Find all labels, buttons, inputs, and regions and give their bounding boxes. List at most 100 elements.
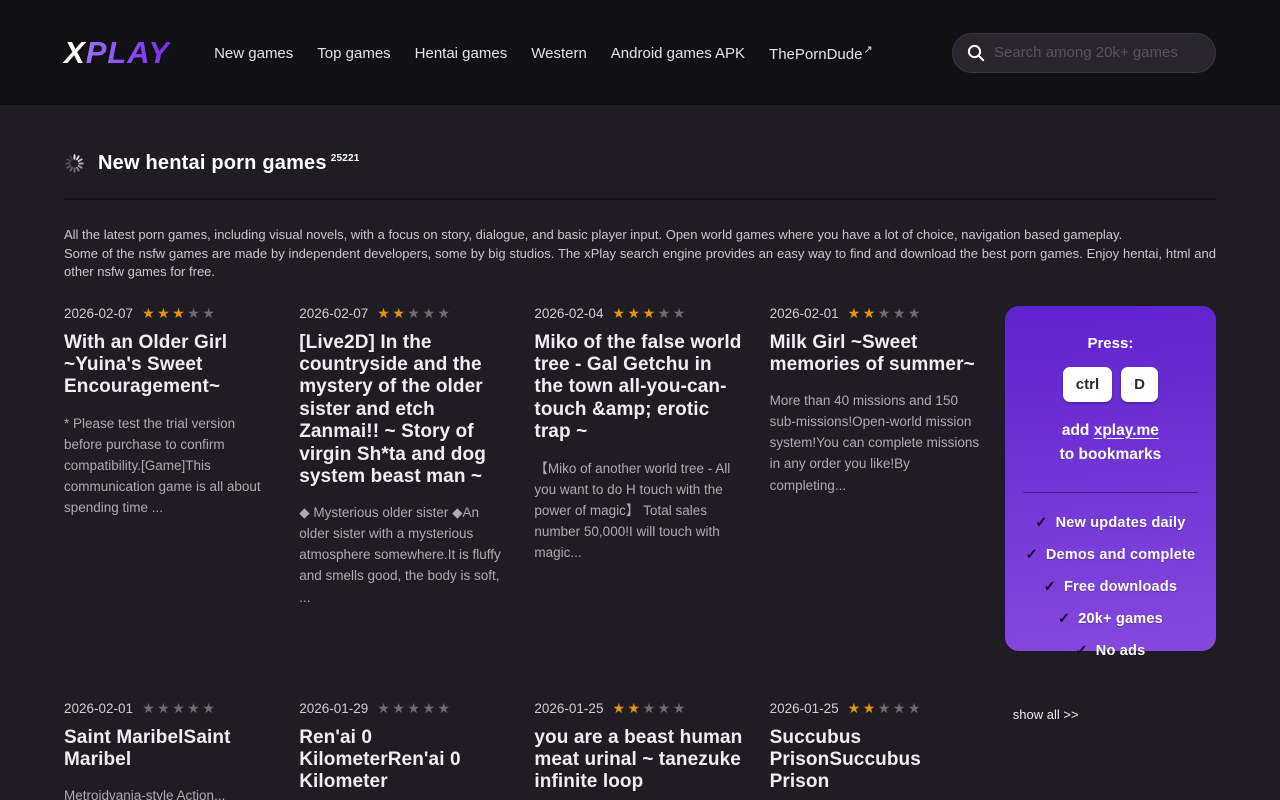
- nav-item-label: Hentai games: [415, 45, 508, 62]
- star-icon: ★: [438, 700, 453, 716]
- game-card-meta: 2026-02-01 ★★★★★: [770, 306, 981, 321]
- nav-item-label: New games: [214, 45, 293, 62]
- star-icon: ★: [612, 305, 627, 321]
- game-title-link[interactable]: Ren'ai 0 KilometerRen'ai 0 Kilometer: [299, 727, 510, 794]
- star-icon: ★: [157, 305, 172, 321]
- feature-label: Free downloads: [1064, 579, 1177, 595]
- feature-label: 20k+ games: [1078, 611, 1163, 627]
- nav-item[interactable]: Android games APK: [611, 43, 746, 62]
- game-card-meta: 2026-02-04 ★★★★★: [534, 306, 745, 321]
- game-card-meta: 2026-02-07 ★★★★★: [64, 306, 275, 321]
- nav-item[interactable]: Western: [531, 43, 588, 62]
- star-icon: ★: [187, 700, 202, 716]
- star-icon: ★: [673, 700, 688, 716]
- star-rating: ★★★★★: [848, 701, 923, 715]
- game-title-link[interactable]: Succubus PrisonSuccubus Prison: [770, 727, 981, 794]
- feature-label: Demos and complete: [1046, 547, 1195, 563]
- star-icon: ★: [422, 700, 437, 716]
- star-icon: ★: [202, 305, 217, 321]
- feature-item: ✓ New updates daily: [1019, 515, 1202, 531]
- feature-label: New updates daily: [1056, 515, 1186, 531]
- nav-item[interactable]: ThePornDude↗: [769, 43, 873, 63]
- star-icon: ★: [377, 305, 392, 321]
- nav-item[interactable]: Top games: [317, 43, 391, 62]
- star-icon: ★: [863, 305, 878, 321]
- nav-item[interactable]: New games: [214, 43, 294, 62]
- page-title-row: New hentai porn games25221: [64, 152, 1216, 175]
- logo-play: PLAY: [86, 35, 170, 70]
- main-content: New hentai porn games25221 All the lates…: [0, 105, 1280, 800]
- star-icon: ★: [908, 305, 923, 321]
- star-icon: ★: [142, 700, 157, 716]
- game-date: 2026-02-07: [64, 306, 133, 321]
- game-card-meta: 2026-01-25 ★★★★★: [534, 701, 745, 716]
- site-logo[interactable]: XPLAY: [64, 35, 170, 71]
- game-card[interactable]: 2026-02-07 ★★★★★ [Live2D] In the country…: [299, 306, 510, 651]
- star-icon: ★: [377, 700, 392, 716]
- show-all-link[interactable]: show all >>: [1005, 701, 1079, 722]
- star-icon: ★: [187, 305, 202, 321]
- star-icon: ★: [628, 700, 643, 716]
- game-description: ◆ Mysterious older sister ◆An older sist…: [299, 502, 510, 607]
- star-icon: ★: [612, 700, 627, 716]
- star-icon: ★: [422, 305, 437, 321]
- star-icon: ★: [878, 305, 893, 321]
- star-icon: ★: [643, 700, 658, 716]
- game-title-link[interactable]: [Live2D] In the countryside and the myst…: [299, 332, 510, 489]
- checkmark-icon: ✓: [1075, 643, 1087, 659]
- star-icon: ★: [142, 305, 157, 321]
- game-card[interactable]: 2026-02-01 ★★★★★ Saint MaribelSaint Mari…: [64, 701, 275, 800]
- nav-item-label: Android games APK: [611, 45, 745, 62]
- promo-add-text: add xplay.me to bookmarks: [1019, 419, 1202, 467]
- page-title-text: New hentai porn games: [98, 152, 327, 174]
- promo-keys: ctrl D: [1019, 367, 1202, 402]
- checkmark-icon: ✓: [1035, 515, 1047, 531]
- intro-line-2: Some of the nsfw games are made by indep…: [64, 245, 1216, 282]
- search-input[interactable]: [994, 44, 1201, 61]
- game-card-meta: 2026-02-07 ★★★★★: [299, 306, 510, 321]
- star-icon: ★: [848, 700, 863, 716]
- star-rating: ★★★★★: [612, 306, 687, 320]
- promo-add-prefix: add: [1062, 422, 1090, 439]
- game-card[interactable]: 2026-01-29 ★★★★★ Ren'ai 0 KilometerRen'a…: [299, 701, 510, 800]
- xplay-me-link[interactable]: xplay.me: [1094, 422, 1159, 439]
- game-date: 2026-02-01: [770, 306, 839, 321]
- star-rating: ★★★★★: [142, 701, 217, 715]
- star-rating: ★★★★★: [142, 306, 217, 320]
- game-title-link[interactable]: Saint MaribelSaint Maribel: [64, 727, 275, 772]
- star-icon: ★: [893, 700, 908, 716]
- game-card[interactable]: 2026-01-25 ★★★★★ you are a beast human m…: [534, 701, 745, 800]
- feature-item: ✓ 20k+ games: [1019, 611, 1202, 627]
- star-icon: ★: [878, 700, 893, 716]
- logo-x: X: [64, 35, 86, 70]
- search-box[interactable]: [952, 33, 1216, 73]
- main-nav: New games Top games Hentai games Western…: [214, 43, 952, 63]
- game-title-link[interactable]: you are a beast human meat urinal ~ tane…: [534, 727, 745, 794]
- game-card[interactable]: 2026-01-25 ★★★★★ Succubus PrisonSuccubus…: [770, 701, 981, 800]
- game-title-link[interactable]: Miko of the false world tree - Gal Getch…: [534, 332, 745, 444]
- spinner-icon: [64, 153, 85, 174]
- star-rating: ★★★★★: [848, 306, 923, 320]
- game-card-meta: 2026-01-29 ★★★★★: [299, 701, 510, 716]
- feature-label: No ads: [1096, 643, 1146, 659]
- checkmark-icon: ✓: [1058, 611, 1070, 627]
- star-icon: ★: [908, 700, 923, 716]
- feature-item: ✓ No ads: [1019, 643, 1202, 659]
- promo-press-label: Press:: [1019, 335, 1202, 352]
- game-title-link[interactable]: With an Older Girl ~Yuina's Sweet Encour…: [64, 332, 275, 399]
- star-icon: ★: [863, 700, 878, 716]
- feature-item: ✓Free downloads: [1019, 579, 1202, 595]
- nav-item-label: ThePornDude: [769, 46, 862, 63]
- game-description: Metroidvania-style Action...: [64, 785, 275, 800]
- star-icon: ★: [407, 305, 422, 321]
- game-card[interactable]: 2026-02-04 ★★★★★ Miko of the false world…: [534, 306, 745, 651]
- game-card[interactable]: 2026-02-01 ★★★★★ Milk Girl ~Sweet memori…: [770, 306, 981, 651]
- game-title-link[interactable]: Milk Girl ~Sweet memories of summer~: [770, 332, 981, 377]
- promo-divider: [1023, 492, 1198, 493]
- star-icon: ★: [392, 700, 407, 716]
- star-icon: ★: [407, 700, 422, 716]
- nav-item-label: Western: [531, 45, 587, 62]
- nav-item[interactable]: Hentai games: [415, 43, 509, 62]
- game-card[interactable]: 2026-02-07 ★★★★★ With an Older Girl ~Yui…: [64, 306, 275, 651]
- bookmark-promo: Press: ctrl D add xplay.me to bookmarks …: [1005, 306, 1216, 651]
